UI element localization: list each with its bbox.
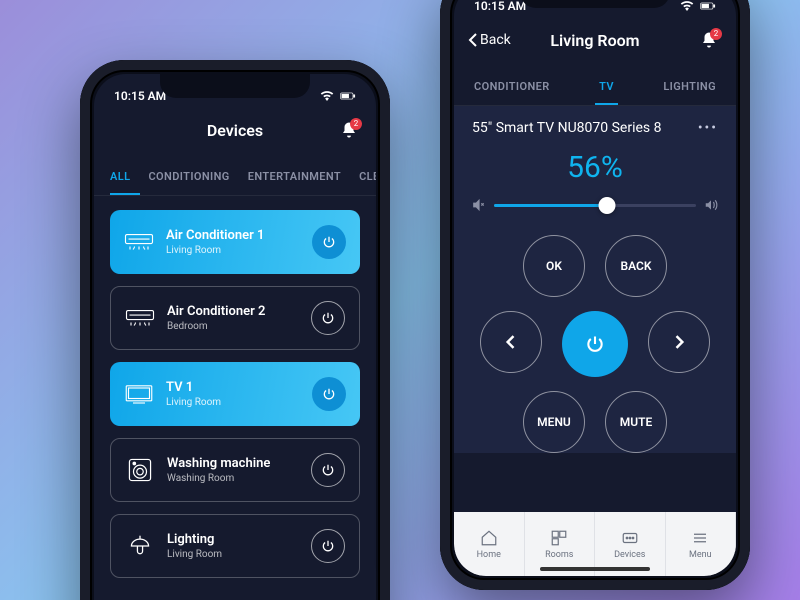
device-power-toggle[interactable] xyxy=(312,377,346,411)
power-icon xyxy=(321,463,335,477)
device-name: Lighting xyxy=(167,532,299,547)
chevron-left-icon xyxy=(501,332,521,352)
header: Devices 2 xyxy=(94,108,376,152)
device-name: Air Conditioner 1 xyxy=(166,228,300,243)
device-name: Air Conditioner 2 xyxy=(167,304,299,319)
device-card[interactable]: TV 1 Living Room xyxy=(110,362,360,426)
device-list: Air Conditioner 1Living RoomAir Conditio… xyxy=(94,196,376,592)
volume-slider[interactable] xyxy=(494,195,696,215)
ac-icon xyxy=(124,230,154,254)
left-button[interactable] xyxy=(480,311,542,373)
volume-mute-icon xyxy=(472,198,486,212)
notch xyxy=(520,0,670,8)
device-card[interactable]: Lighting Living Room xyxy=(110,514,360,578)
chevron-left-icon xyxy=(468,33,478,47)
notification-badge: 2 xyxy=(350,118,362,130)
menu-icon xyxy=(690,529,710,547)
notifications-button[interactable]: 2 xyxy=(340,121,358,139)
home-indicator xyxy=(540,567,650,571)
bottom-tab-bar: Home Rooms Devices Menu xyxy=(454,512,736,576)
tab-all[interactable]: ALL xyxy=(110,160,140,195)
battery-icon xyxy=(700,1,716,11)
devices-icon xyxy=(620,529,640,547)
header: Back Living Room 2 xyxy=(454,18,736,62)
more-button[interactable]: ••• xyxy=(698,120,718,136)
device-name: TV 1 xyxy=(166,380,300,395)
right-button[interactable] xyxy=(648,311,710,373)
tab-entertainment[interactable]: ENTERTAINMENT xyxy=(248,160,351,195)
tab-conditioner[interactable]: CONDITIONER xyxy=(470,70,554,105)
device-category-tabs: ALL CONDITIONING ENTERTAINMENT CLEAN xyxy=(94,152,376,196)
status-time: 10:15 AM xyxy=(474,0,526,13)
back-button[interactable]: Back xyxy=(468,32,511,48)
phone-devices: 10:15 AM Devices 2 ALL CONDITIONING ENTE… xyxy=(80,60,390,600)
wifi-icon xyxy=(319,91,335,101)
menu-button[interactable]: MENU xyxy=(523,391,585,453)
power-button[interactable] xyxy=(562,311,628,377)
tab-conditioning[interactable]: CONDITIONING xyxy=(148,160,239,195)
tab-tv[interactable]: TV xyxy=(595,70,618,105)
remote-back-button[interactable]: BACK xyxy=(605,235,667,297)
device-room: Living Room xyxy=(167,549,299,560)
power-icon xyxy=(585,334,605,354)
power-icon xyxy=(321,311,335,325)
volume-up-icon xyxy=(704,198,718,212)
tab-cleaning[interactable]: CLEAN xyxy=(359,160,376,195)
notch xyxy=(160,74,310,98)
device-power-toggle[interactable] xyxy=(312,225,346,259)
chevron-right-icon xyxy=(669,332,689,352)
tv-icon xyxy=(124,382,154,406)
mute-button[interactable]: MUTE xyxy=(605,391,667,453)
battery-icon xyxy=(340,91,356,101)
notifications-button[interactable]: 2 xyxy=(700,31,718,49)
tab-menu[interactable]: Menu xyxy=(666,512,737,576)
lamp-icon xyxy=(125,534,155,558)
tab-lighting[interactable]: LIGHTING xyxy=(659,70,720,105)
remote-pad: OK BACK MENU MUTE xyxy=(472,235,718,453)
device-card[interactable]: Air Conditioner 1 Living Room xyxy=(110,210,360,274)
home-icon xyxy=(479,529,499,547)
device-type-tabs: CONDITIONER TV LIGHTING xyxy=(454,62,736,106)
device-card[interactable]: Washing machine Washing Room xyxy=(110,438,360,502)
ac-icon xyxy=(125,306,155,330)
notification-badge: 2 xyxy=(710,28,722,40)
device-name: Washing machine xyxy=(167,456,299,471)
power-icon xyxy=(321,539,335,553)
power-icon xyxy=(322,235,336,249)
tab-home[interactable]: Home xyxy=(454,512,525,576)
volume-percent: 56% xyxy=(472,150,718,185)
ok-button[interactable]: OK xyxy=(523,235,585,297)
back-label: Back xyxy=(480,32,511,48)
device-power-toggle[interactable] xyxy=(311,529,345,563)
current-device-name: 55" Smart TV NU8070 Series 8 xyxy=(472,120,662,136)
device-room: Washing Room xyxy=(167,473,299,484)
washer-icon xyxy=(125,458,155,482)
page-title: Devices xyxy=(207,121,263,140)
device-power-toggle[interactable] xyxy=(311,301,345,335)
rooms-icon xyxy=(549,529,569,547)
device-room: Living Room xyxy=(166,245,300,256)
device-room: Living Room xyxy=(166,397,300,408)
device-power-toggle[interactable] xyxy=(311,453,345,487)
page-title: Living Room xyxy=(550,31,639,50)
wifi-icon xyxy=(679,1,695,11)
device-room: Bedroom xyxy=(167,321,299,332)
status-time: 10:15 AM xyxy=(114,89,166,103)
power-icon xyxy=(322,387,336,401)
device-card[interactable]: Air Conditioner 2 Bedroom xyxy=(110,286,360,350)
phone-room: 10:15 AM Back Living Room 2 CONDITIONE xyxy=(440,0,750,590)
